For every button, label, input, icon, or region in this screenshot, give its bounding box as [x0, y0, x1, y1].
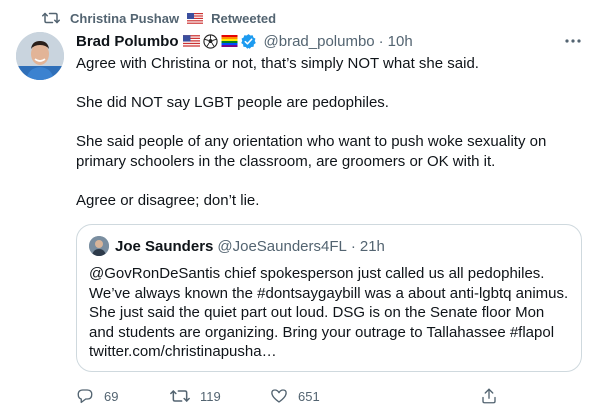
retweeter-name[interactable]: Christina Pushaw: [70, 11, 179, 26]
verified-badge-icon: [240, 33, 258, 49]
rainbow-flag-icon: [221, 33, 239, 49]
tweet: Brad Polumbo @brad_polumbo · 10h Agree w…: [76, 30, 586, 210]
separator-dot: ·: [378, 32, 384, 50]
tweet-paragraph: She did NOT say LGBT people are pedophil…: [76, 94, 389, 111]
tweet-header: Brad Polumbo @brad_polumbo · 10h: [76, 30, 586, 52]
retweeted-label: Retweeted: [211, 10, 277, 26]
retweet-button[interactable]: 119: [170, 388, 221, 404]
tweet-paragraph: Agree or disagree; don’t lie.: [76, 191, 260, 209]
quoted-tweet-card[interactable]: Joe Saunders @JoeSaunders4FL · 21h @GovR…: [76, 224, 582, 372]
heart-icon: [270, 387, 288, 405]
tweet-time[interactable]: 10h: [388, 33, 413, 50]
us-flag-icon: [187, 12, 204, 24]
reply-button[interactable]: 69: [76, 387, 118, 405]
quoted-author-handle: @JoeSaunders4FL: [217, 237, 347, 255]
tweet-actions: 69 119 651: [76, 384, 506, 408]
tweet-paragraph: She said people of any orientation who w…: [76, 133, 547, 170]
author-handle[interactable]: @brad_polumbo: [264, 33, 375, 50]
quoted-avatar: [89, 236, 109, 256]
share-button[interactable]: [480, 387, 498, 405]
quoted-tweet-header: Joe Saunders @JoeSaunders4FL · 21h: [89, 236, 569, 256]
reply-icon: [76, 387, 94, 405]
quoted-tweet-time: 21h: [359, 237, 385, 255]
soccer-ball-icon: [202, 33, 220, 49]
reply-count: 69: [104, 388, 119, 404]
name-badges: [183, 33, 258, 49]
author-name[interactable]: Brad Polumbo: [76, 33, 179, 50]
tweet-paragraph: Agree with Christina or not, that’s simp…: [76, 55, 479, 72]
retweet-count: 119: [200, 388, 221, 404]
quoted-author-name: Joe Saunders: [115, 237, 214, 255]
like-button[interactable]: 651: [270, 387, 320, 405]
us-flag-icon: [183, 33, 201, 49]
like-count: 651: [298, 388, 320, 404]
share-icon: [480, 387, 498, 405]
more-dots-icon[interactable]: [560, 30, 586, 52]
retweet-icon: [170, 388, 190, 404]
retweet-context: Christina Pushaw Retweeted: [40, 8, 276, 28]
tweet-text: Agree with Christina or not, that’s simp…: [76, 54, 586, 210]
separator-dot: ·: [350, 237, 356, 255]
quoted-tweet-text: @GovRonDeSantis chief spokesperson just …: [89, 265, 569, 360]
retweet-icon: [40, 9, 62, 27]
avatar[interactable]: [16, 32, 64, 80]
